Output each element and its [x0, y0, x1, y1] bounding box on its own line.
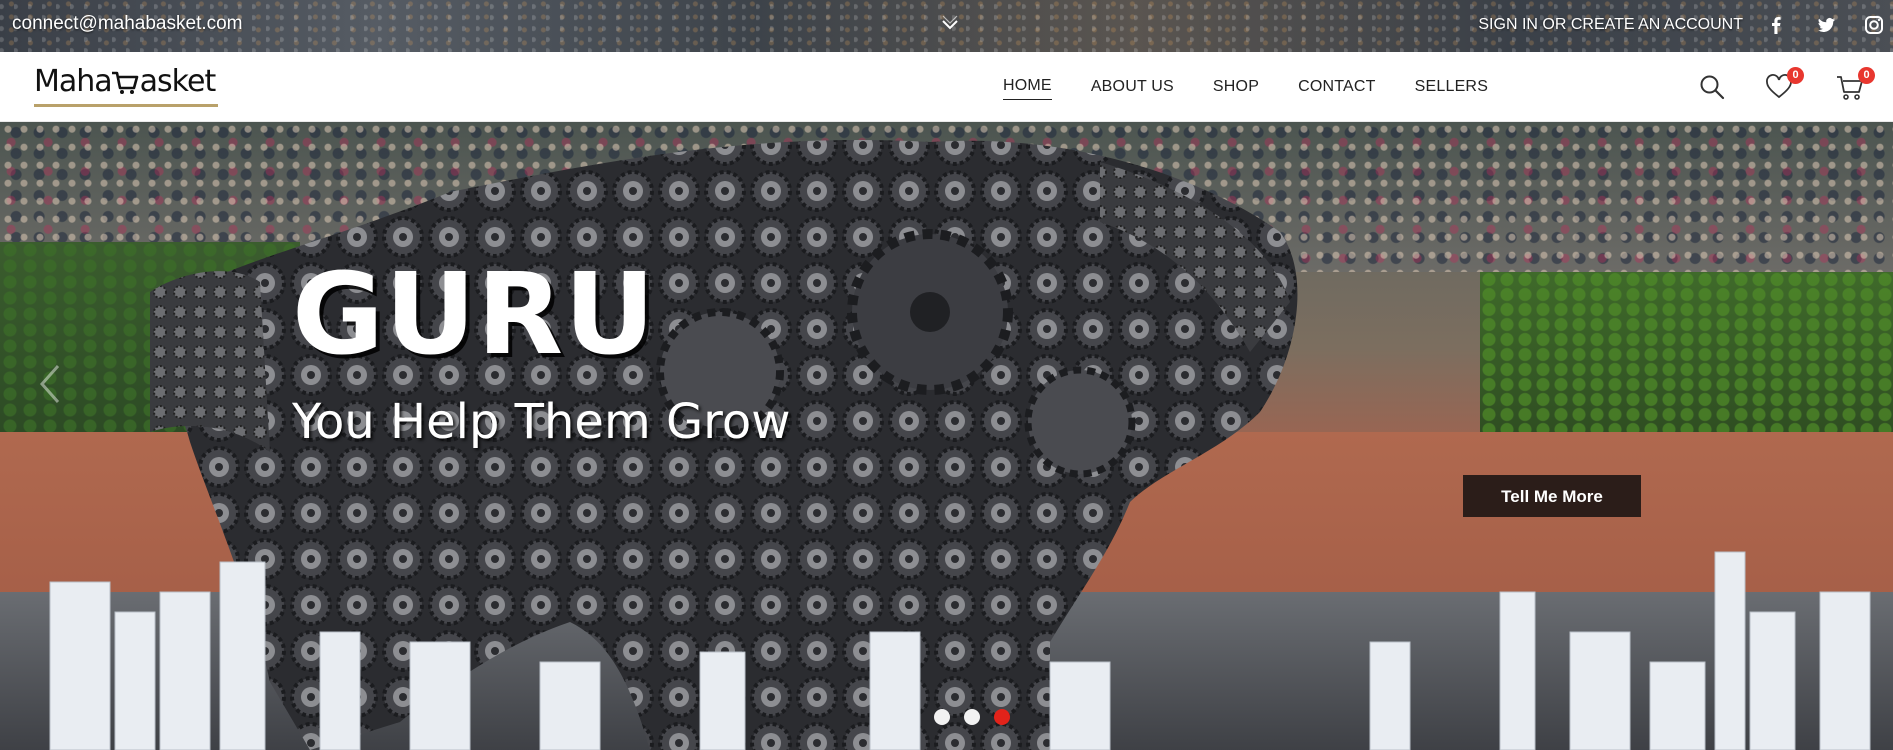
- nav-about-us[interactable]: ABOUT US: [1091, 74, 1174, 100]
- search-icon[interactable]: [1697, 72, 1727, 102]
- slider-dot-active[interactable]: [994, 709, 1010, 725]
- hero-title: GURU: [292, 250, 657, 380]
- slider-dot[interactable]: [934, 709, 950, 725]
- wishlist-count-badge: 0: [1787, 67, 1804, 84]
- top-bar: connect@mahabasket.com SIGN IN OR CREATE…: [0, 0, 1893, 52]
- hero-subtitle: You Help Them Grow: [292, 394, 791, 450]
- logo-text-left: Maha: [34, 64, 113, 99]
- cart-icon[interactable]: 0: [1835, 67, 1875, 102]
- nav-shop[interactable]: SHOP: [1213, 74, 1259, 100]
- twitter-icon[interactable]: [1815, 14, 1837, 36]
- nav-contact[interactable]: CONTACT: [1298, 74, 1376, 100]
- tell-me-more-button[interactable]: Tell Me More: [1463, 475, 1641, 517]
- slider-prev-arrow-icon[interactable]: [36, 360, 64, 408]
- logo[interactable]: Maha asket: [34, 62, 218, 108]
- instagram-icon[interactable]: [1863, 14, 1885, 36]
- hero-slider: GURU You Help Them Grow Tell Me More: [0, 122, 1893, 750]
- chevron-down-icon[interactable]: [937, 12, 963, 38]
- logo-underline: [34, 104, 218, 107]
- main-nav: HOME ABOUT US SHOP CONTACT SELLERS: [1003, 52, 1527, 121]
- facebook-icon[interactable]: [1765, 14, 1787, 36]
- wishlist-heart-icon[interactable]: 0: [1764, 67, 1804, 102]
- nav-home[interactable]: HOME: [1003, 73, 1052, 100]
- logo-text-right: asket: [139, 64, 217, 99]
- sign-in-link[interactable]: SIGN IN OR CREATE AN ACCOUNT: [1478, 16, 1743, 34]
- basket-logo-icon: [111, 71, 138, 94]
- contact-email[interactable]: connect@mahabasket.com: [12, 13, 243, 35]
- cart-count-badge: 0: [1858, 67, 1875, 84]
- slider-dot[interactable]: [964, 709, 980, 725]
- nav-sellers[interactable]: SELLERS: [1415, 74, 1488, 100]
- slider-pagination: [934, 709, 1010, 725]
- site-header: Maha asket HOME ABOUT US SHOP CONTACT SE…: [0, 52, 1893, 122]
